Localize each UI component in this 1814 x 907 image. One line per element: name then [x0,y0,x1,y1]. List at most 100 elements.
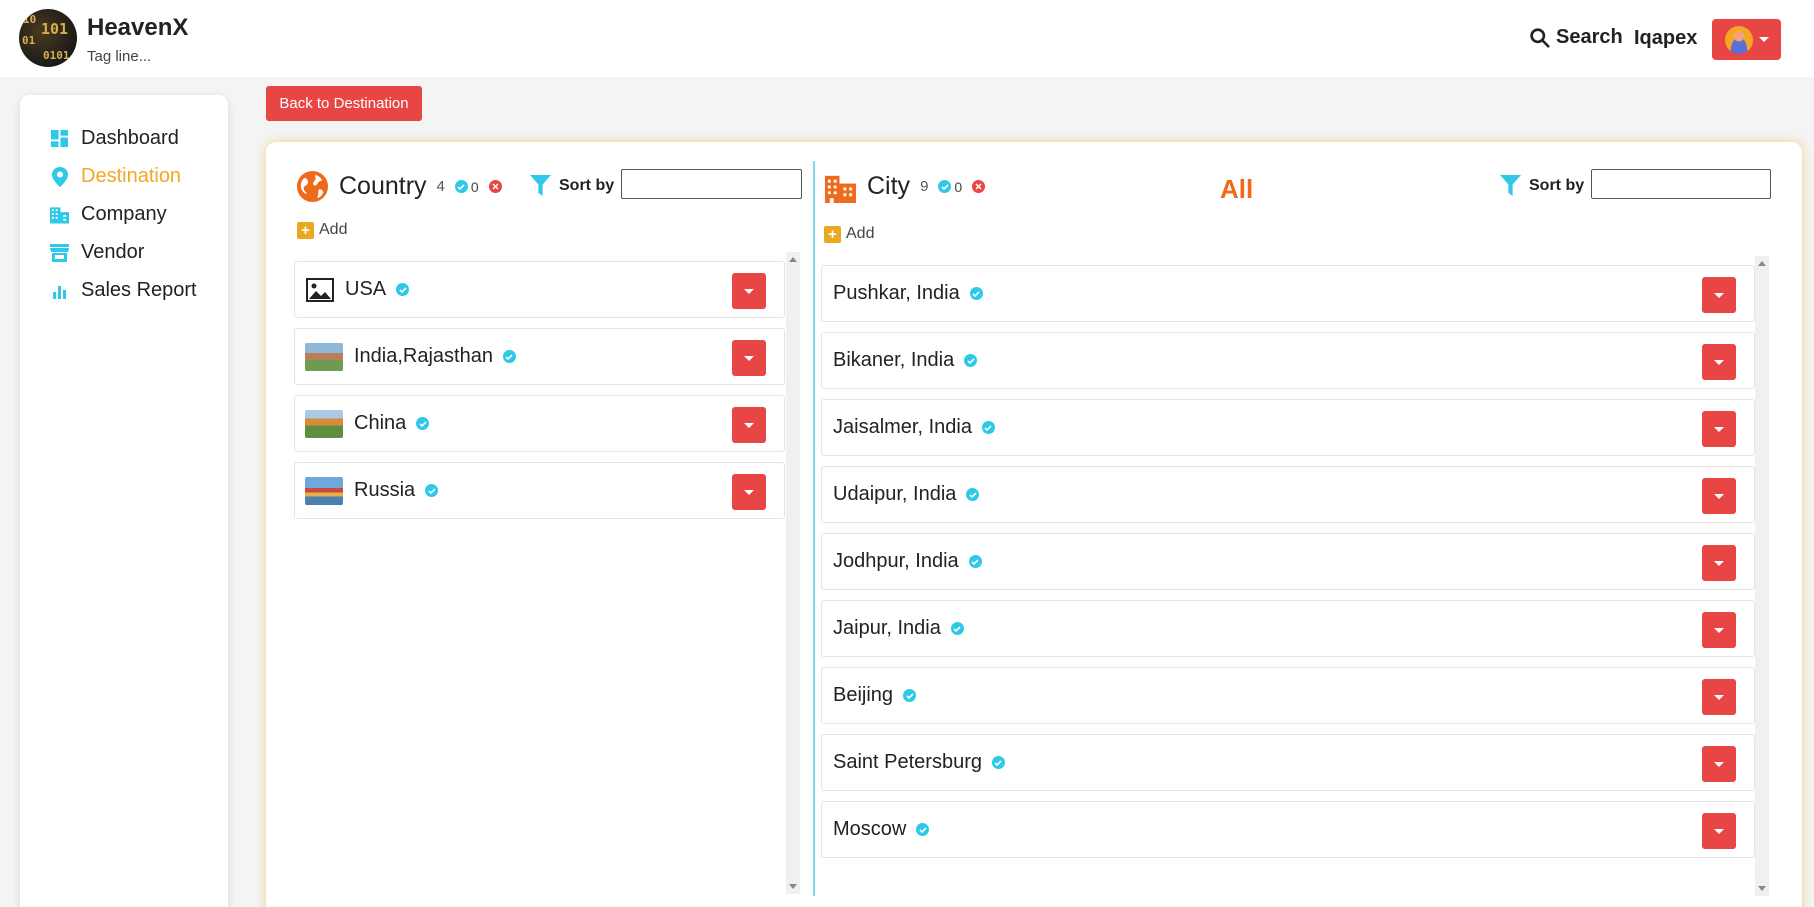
row-actions-button[interactable] [1702,813,1736,849]
scroll-up-icon[interactable] [789,257,797,262]
sidebar: Dashboard Destination Company Vendor Sal… [20,95,228,907]
building-icon [50,205,69,224]
city-row[interactable]: Bikaner, India [821,332,1755,389]
row-actions-button[interactable] [732,273,766,309]
row-actions-button[interactable] [1702,679,1736,715]
chevron-down-icon [1714,627,1724,633]
chevron-down-icon [1714,292,1724,298]
chevron-down-icon [1714,560,1724,566]
sidebar-item-destination[interactable]: Destination [50,165,181,188]
scroll-down-icon[interactable] [789,884,797,889]
city-row[interactable]: Pushkar, India [821,265,1755,322]
unverified-x-icon [972,180,986,193]
verified-count: 0 [470,178,479,195]
sort-label: Sort by [1529,176,1585,194]
unverified-x-icon [488,180,502,193]
city-row[interactable]: Beijing [821,667,1755,724]
username[interactable]: Iqapex [1634,27,1697,50]
search-button[interactable]: Search [1529,26,1623,49]
row-actions-button[interactable] [732,407,766,443]
user-menu-button[interactable] [1712,19,1781,60]
row-actions-button[interactable] [732,474,766,510]
chevron-down-icon [1714,493,1724,499]
row-actions-button[interactable] [732,340,766,376]
country-header: Country 4 0 [296,170,502,203]
city-row[interactable]: Moscow [821,801,1755,858]
filter-icon [530,175,551,196]
city-row[interactable]: Saint Petersburg [821,734,1755,791]
logo-text: 0101 [43,49,70,62]
country-thumbnail [305,409,343,438]
country-row-china[interactable]: China [294,395,785,452]
plus-icon: + [297,221,314,239]
map-pin-icon [50,166,69,187]
city-row[interactable]: Jodhpur, India [821,533,1755,590]
add-label: Add [319,221,348,238]
destination-panel [266,142,1802,907]
country-sort-by: Sort by [530,175,614,196]
city-add-button[interactable]: + Add [824,225,874,243]
chevron-down-icon [744,489,754,495]
city-filter-all[interactable]: All [1220,174,1253,205]
scroll-down-icon[interactable] [1758,886,1766,891]
brand-name[interactable]: HeavenX [87,14,188,42]
city-scrollbar[interactable] [1755,256,1769,896]
country-row-india-rajasthan[interactable]: India,Rajasthan [294,328,785,385]
row-actions-button[interactable] [1702,478,1736,514]
city-name: Saint Petersburg [833,751,982,773]
row-actions-button[interactable] [1702,746,1736,782]
row-actions-button[interactable] [1702,612,1736,648]
city-header: City 9 0 [824,170,986,203]
brand-logo[interactable]: 10 101 01 0101 [19,9,77,67]
country-add-button[interactable]: + Add [297,221,347,239]
scroll-up-icon[interactable] [1758,261,1766,266]
country-name: India,Rajasthan [354,345,493,367]
city-title: City [867,172,911,200]
city-name: Pushkar, India [833,282,960,304]
row-actions-button[interactable] [1702,277,1736,313]
sidebar-item-label: Destination [81,165,182,187]
verified-check-icon [396,283,410,296]
country-scrollbar[interactable] [786,252,800,894]
verified-check-icon [991,756,1005,769]
logo-text: 01 [22,34,36,47]
row-actions-button[interactable] [1702,411,1736,447]
globe-icon [296,170,329,203]
back-to-destination-button[interactable]: Back to Destination [266,86,422,121]
image-placeholder-icon [306,277,334,302]
country-row-usa[interactable]: USA [294,261,785,318]
country-name: USA [345,278,387,300]
sidebar-item-vendor[interactable]: Vendor [50,241,144,264]
city-sort-by: Sort by [1500,175,1584,196]
country-thumbnail [305,476,343,505]
country-sort-input[interactable] [621,169,802,199]
city-name: Moscow [833,818,907,840]
logo-text: 101 [41,20,69,38]
verified-count: 0 [954,178,963,195]
city-name: Jodhpur, India [833,550,959,572]
sidebar-item-sales-report[interactable]: Sales Report [50,279,197,302]
verified-check-icon [903,689,917,702]
tagline: Tag line... [87,48,152,65]
sidebar-item-dashboard[interactable]: Dashboard [50,127,179,150]
city-count: 9 [920,178,929,195]
country-name: China [354,412,407,434]
sidebar-item-company[interactable]: Company [50,203,167,226]
logo-text: 10 [23,13,37,26]
add-label: Add [846,225,875,242]
city-sort-input[interactable] [1591,169,1771,199]
country-row-russia[interactable]: Russia [294,462,785,519]
city-name: Jaipur, India [833,617,941,639]
city-name: Bikaner, India [833,349,955,371]
city-verified-stat: 0 [938,179,962,195]
row-actions-button[interactable] [1702,344,1736,380]
verified-check-icon [964,354,978,367]
chevron-down-icon [744,288,754,294]
city-row[interactable]: Jaipur, India [821,600,1755,657]
city-row[interactable]: Jaisalmer, India [821,399,1755,456]
city-row[interactable]: Udaipur, India [821,466,1755,523]
city-buildings-icon [824,175,857,203]
chevron-down-icon [1714,828,1724,834]
row-actions-button[interactable] [1702,545,1736,581]
store-icon [50,243,69,262]
